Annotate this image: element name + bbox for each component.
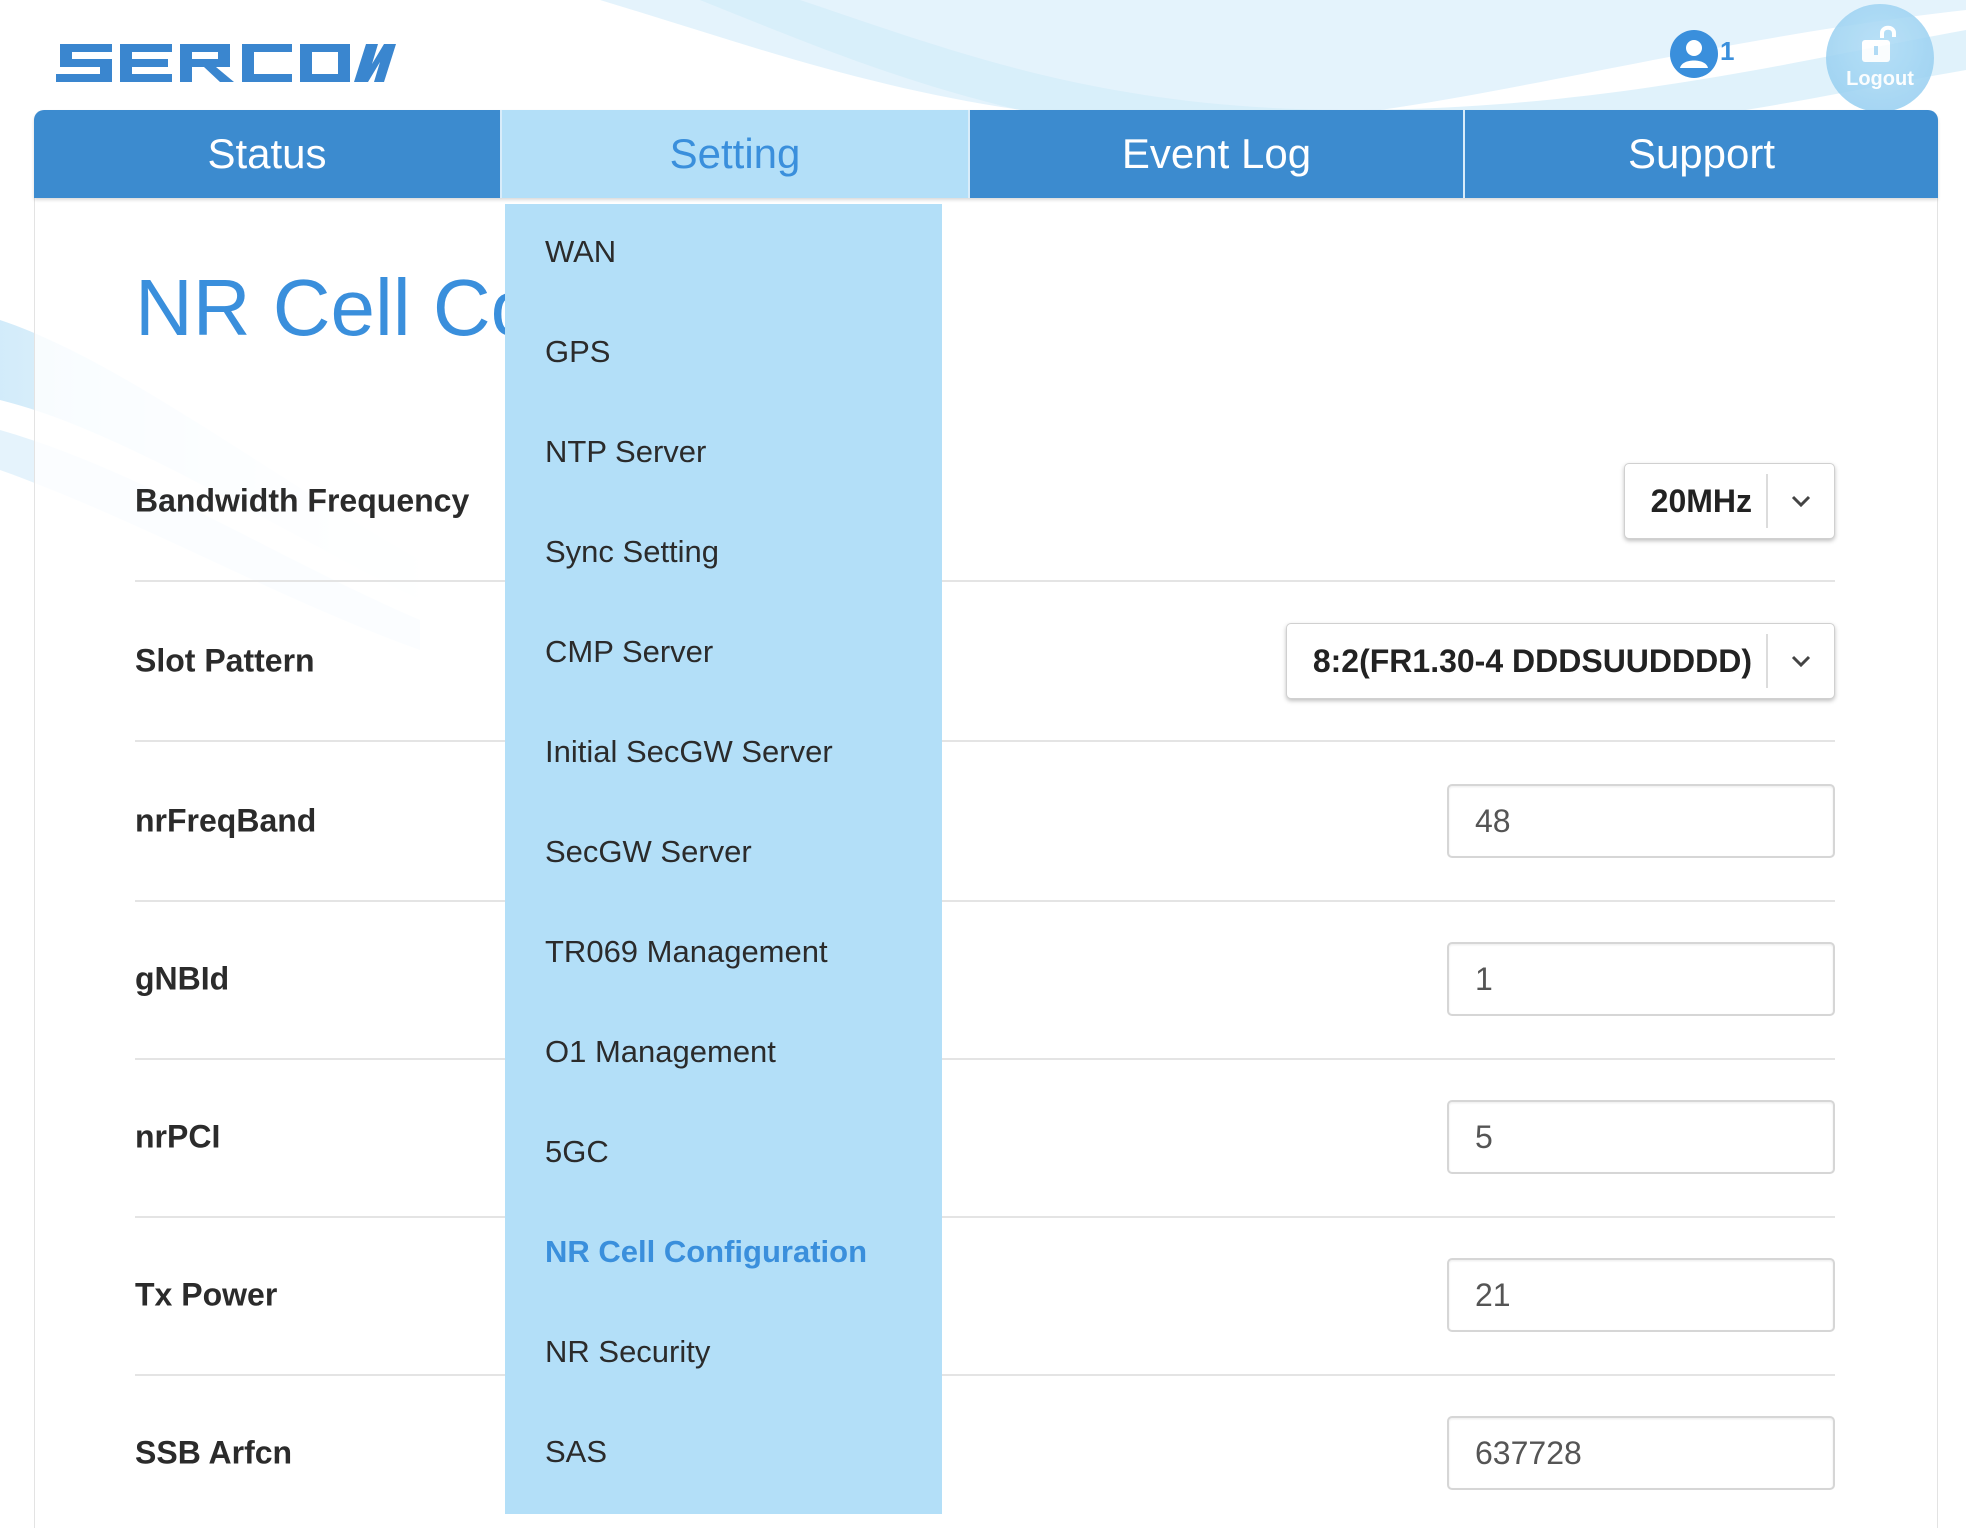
form-row-ssb-arfcn: SSB Arfcn	[135, 1374, 1835, 1532]
gnb-id-label: gNBId	[135, 960, 230, 997]
menu-item-gps[interactable]: GPS	[545, 334, 610, 370]
tab-support[interactable]: Support	[1465, 110, 1938, 198]
user-count: 1	[1720, 36, 1735, 66]
menu-item-sas[interactable]: SAS	[545, 1434, 607, 1470]
gnb-id-input[interactable]	[1447, 942, 1835, 1016]
menu-item-o1-management[interactable]: O1 Management	[545, 1034, 776, 1070]
form-row-nr-freq-band: nrFreqBand	[135, 742, 1835, 902]
online-users-indicator[interactable]: 1	[1668, 28, 1738, 82]
header: 1 Logout	[0, 0, 1966, 112]
slot-pattern-select[interactable]: 8:2(FR1.30-4 DDDSUUDDDD)	[1285, 623, 1835, 699]
tab-status[interactable]: Status	[34, 110, 502, 198]
form-row-tx-power: Tx Power	[135, 1216, 1835, 1376]
chevron-down-icon	[1768, 623, 1834, 699]
bandwidth-frequency-label: Bandwidth Frequency	[135, 482, 470, 519]
nr-pci-input[interactable]	[1447, 1100, 1835, 1174]
form-row-nr-pci: nrPCI	[135, 1058, 1835, 1218]
main-nav: Status Setting Event Log Support	[34, 110, 1938, 198]
menu-item-cmp-server[interactable]: CMP Server	[545, 634, 713, 670]
tab-setting[interactable]: Setting	[502, 110, 970, 198]
unlock-icon	[1862, 25, 1896, 62]
bandwidth-frequency-select[interactable]: 20MHz	[1623, 463, 1835, 539]
nr-freq-band-input[interactable]	[1447, 784, 1835, 858]
ssb-arfcn-input[interactable]	[1447, 1416, 1835, 1490]
user-icon	[1670, 30, 1718, 78]
form-row-slot-pattern: Slot Pattern 8:2(FR1.30-4 DDDSUUDDDD)	[135, 582, 1835, 742]
form-row-bandwidth-frequency: Bandwidth Frequency 20MHz	[135, 422, 1835, 582]
menu-item-tr069-management[interactable]: TR069 Management	[545, 934, 828, 970]
setting-dropdown-menu: WAN GPS NTP Server Sync Setting CMP Serv…	[505, 204, 942, 1514]
logout-label: Logout	[1846, 68, 1914, 90]
bandwidth-frequency-value: 20MHz	[1650, 482, 1752, 519]
chevron-down-icon	[1768, 463, 1834, 539]
menu-item-secgw-server[interactable]: SecGW Server	[545, 834, 752, 870]
sercomm-logo	[56, 44, 396, 82]
tab-event-log[interactable]: Event Log	[970, 110, 1465, 198]
ssb-arfcn-label: SSB Arfcn	[135, 1434, 293, 1471]
menu-item-nr-cell-configuration[interactable]: NR Cell Configuration	[545, 1234, 867, 1270]
menu-item-sync-setting[interactable]: Sync Setting	[545, 534, 719, 570]
slot-pattern-label: Slot Pattern	[135, 642, 315, 679]
menu-item-5gc[interactable]: 5GC	[545, 1134, 609, 1170]
nr-pci-label: nrPCI	[135, 1118, 221, 1155]
menu-item-initial-secgw-server[interactable]: Initial SecGW Server	[545, 734, 833, 770]
menu-item-ntp-server[interactable]: NTP Server	[545, 434, 706, 470]
form-row-gnb-id: gNBId	[135, 900, 1835, 1060]
menu-item-nr-security[interactable]: NR Security	[545, 1334, 710, 1370]
slot-pattern-value: 8:2(FR1.30-4 DDDSUUDDDD)	[1312, 642, 1752, 679]
tx-power-input[interactable]	[1447, 1258, 1835, 1332]
logout-button[interactable]: Logout	[1826, 4, 1934, 112]
tx-power-label: Tx Power	[135, 1276, 278, 1313]
menu-item-wan[interactable]: WAN	[545, 234, 616, 270]
nr-freq-band-label: nrFreqBand	[135, 802, 317, 839]
